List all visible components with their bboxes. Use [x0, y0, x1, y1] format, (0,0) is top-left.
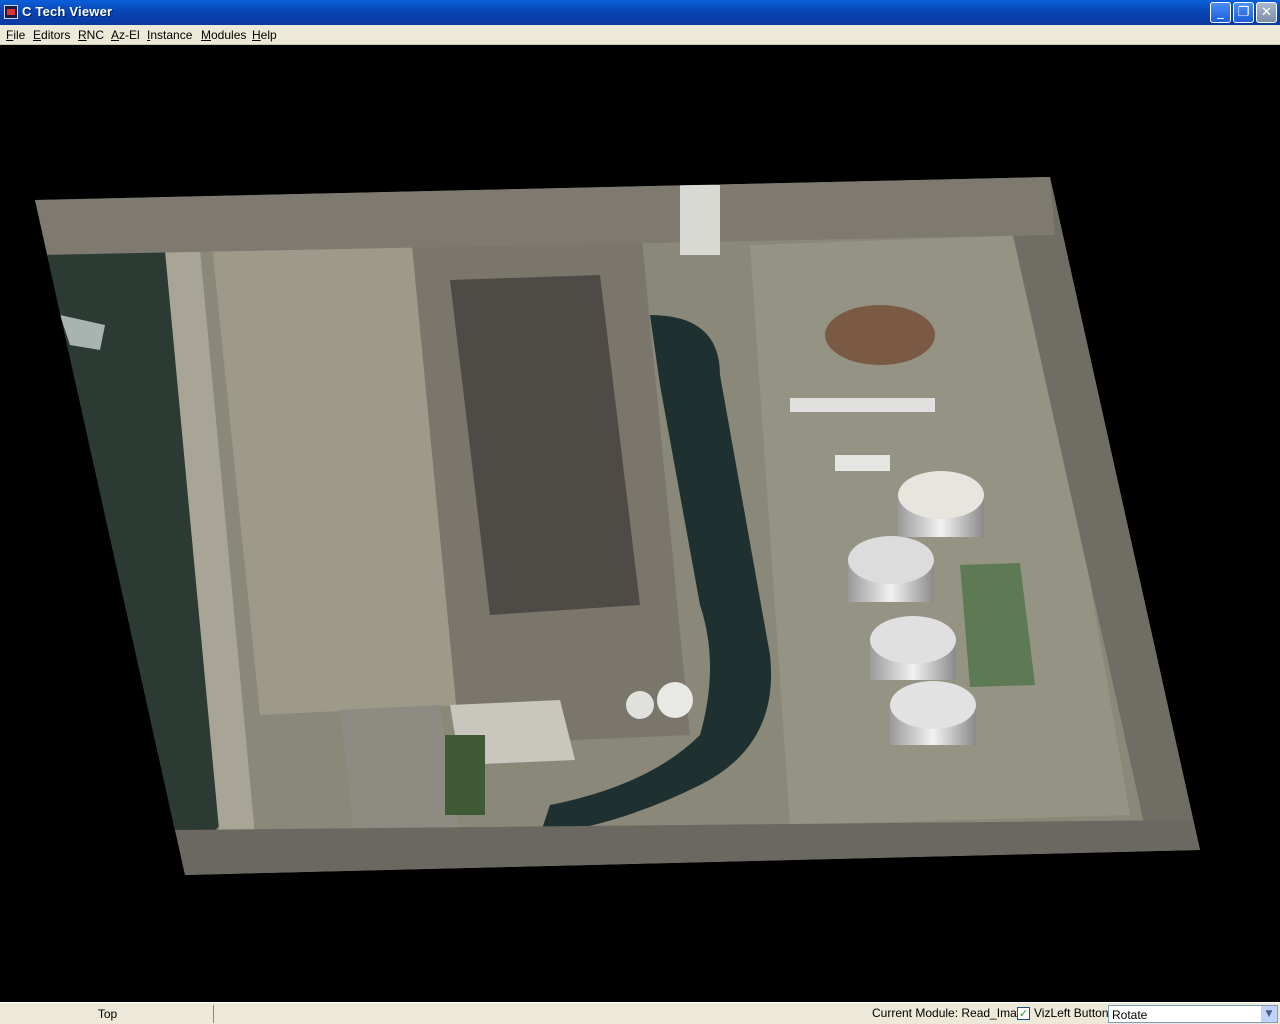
- 3d-viewport[interactable]: [0, 45, 1280, 1002]
- minimize-button[interactable]: _: [1210, 2, 1231, 23]
- small-tank: [626, 691, 654, 719]
- menu-editors[interactable]: Editors: [33, 28, 70, 42]
- menu-modules[interactable]: Modules: [201, 28, 246, 42]
- menu-instance[interactable]: Instance: [147, 28, 192, 42]
- menu-file[interactable]: File: [6, 28, 25, 42]
- app-icon[interactable]: [4, 5, 18, 19]
- status-bar: Top Current Module: Read_Image ✓ VizLeft…: [0, 1002, 1280, 1024]
- menu-rnc[interactable]: RNC: [78, 28, 104, 42]
- vizleft-checkbox[interactable]: ✓: [1017, 1007, 1030, 1020]
- menu-az-el[interactable]: Az-El: [111, 28, 140, 42]
- view-orientation[interactable]: Top: [2, 1005, 214, 1023]
- mouse-mode-select[interactable]: Rotate ▼: [1108, 1005, 1278, 1023]
- long-building: [790, 398, 935, 412]
- mouse-mode-value: Rotate: [1112, 1008, 1148, 1022]
- restore-button[interactable]: ❐: [1233, 2, 1254, 23]
- white-building: [680, 185, 720, 255]
- small-tank: [657, 682, 693, 718]
- small-building: [835, 455, 890, 471]
- chevron-down-icon[interactable]: ▼: [1261, 1006, 1277, 1022]
- window-title: C Tech Viewer: [22, 4, 113, 19]
- current-module-label: Current Module: Read_Image: [872, 1006, 1031, 1020]
- menu-help[interactable]: Help: [252, 28, 277, 42]
- menu-bar: File Editors RNC Az-El Instance Modules …: [0, 25, 1280, 45]
- aerial-image-plane[interactable]: [0, 45, 1280, 1002]
- brown-tank: [825, 305, 935, 365]
- parking-lot: [340, 705, 460, 840]
- title-bar[interactable]: C Tech Viewer _ ❐ ✕: [0, 0, 1280, 25]
- close-button[interactable]: ✕: [1256, 2, 1277, 23]
- vizleft-label: VizLeft Button: [1034, 1006, 1109, 1020]
- trees: [445, 735, 485, 815]
